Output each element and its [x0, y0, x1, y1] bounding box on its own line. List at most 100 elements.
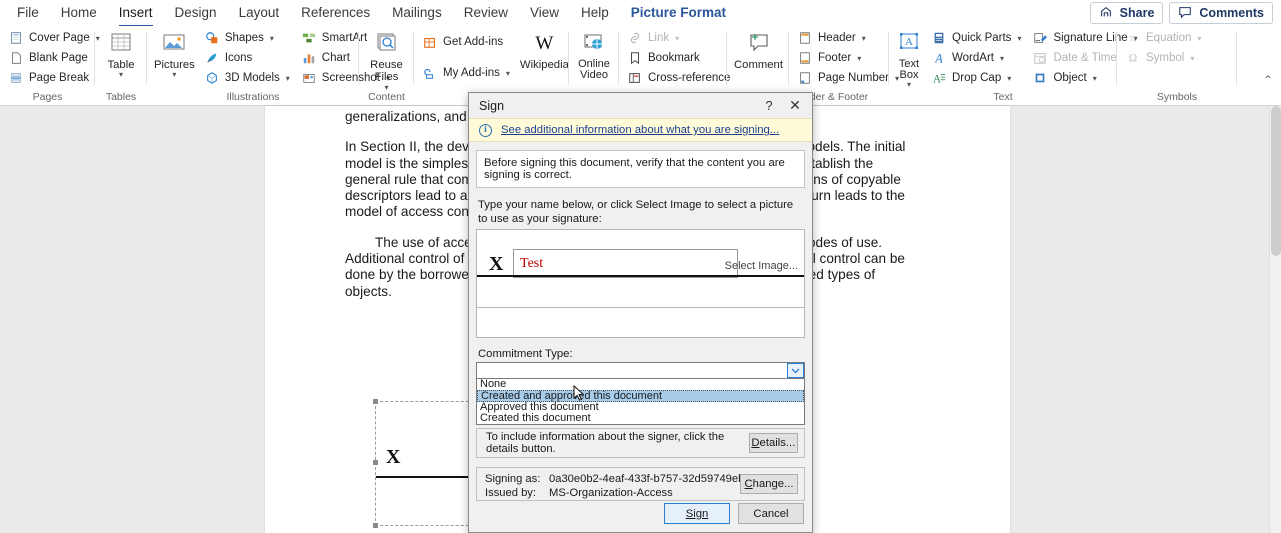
tab-references[interactable]: References — [290, 3, 381, 24]
issued-by-value: MS-Organization-Access — [549, 487, 673, 500]
table-button[interactable]: Table ▾ — [100, 29, 142, 80]
verify-notice: Before signing this document, verify tha… — [476, 150, 805, 188]
text-box-label: Text Box — [898, 58, 920, 81]
header-button[interactable]: Header ▾ — [794, 29, 903, 48]
group-label-symbols: Symbols — [1156, 91, 1198, 103]
equation-icon: π — [1126, 31, 1142, 47]
details-button[interactable]: Details... — [748, 433, 798, 454]
drop-cap-icon: A — [932, 71, 948, 87]
commitment-type-label: Commitment Type: — [478, 348, 573, 360]
resize-handle[interactable] — [373, 460, 378, 465]
share-button[interactable]: Share — [1089, 2, 1164, 24]
tab-picture-format[interactable]: Picture Format — [620, 3, 737, 24]
signing-as-value: 0a30e0b2-4eaf-433f-b757-32d59749eb1c — [549, 473, 757, 486]
bookmark-button[interactable]: Bookmark — [624, 49, 734, 68]
tab-view[interactable]: View — [519, 3, 570, 24]
scrollbar-thumb[interactable] — [1271, 106, 1281, 256]
dropdown-option-created[interactable]: Created this document — [477, 412, 804, 424]
blank-page-label: Blank Page — [29, 51, 88, 64]
blank-page-button[interactable]: Blank Page — [5, 49, 104, 68]
pictures-icon — [161, 31, 187, 57]
details-button-rest: etails... — [759, 437, 796, 450]
tab-mailings[interactable]: Mailings — [381, 3, 453, 24]
chevron-down-icon[interactable] — [787, 363, 804, 378]
chevron-down-icon: ▾ — [1017, 34, 1022, 43]
resize-handle[interactable] — [373, 523, 378, 528]
cross-reference-label: Cross-reference — [648, 71, 731, 84]
equation-label: Equation — [1146, 31, 1192, 44]
wordart-button[interactable]: A WordArt ▾ — [928, 49, 1025, 68]
signature-name-input[interactable]: Test — [513, 249, 738, 278]
comment-bubble-icon — [1178, 5, 1194, 21]
svg-text:π: π — [1130, 32, 1136, 44]
group-label-illustrations: Illustrations — [226, 91, 280, 103]
my-addins-icon — [423, 66, 439, 82]
dialog-close-button[interactable]: ✕ — [782, 95, 808, 117]
collapse-ribbon-button[interactable]: ⌃ — [1263, 26, 1281, 105]
cancel-button[interactable]: Cancel — [738, 503, 804, 524]
comments-button[interactable]: Comments — [1169, 2, 1273, 24]
dropdown-option-created-and-approved[interactable]: Created and approved this document — [477, 390, 804, 402]
dropdown-option-none[interactable]: None — [477, 378, 804, 390]
tab-insert[interactable]: Insert — [108, 3, 164, 27]
header-label: Header — [818, 31, 856, 44]
tab-home[interactable]: Home — [50, 3, 108, 24]
reuse-files-button[interactable]: Reuse Files ▾ — [364, 29, 409, 93]
smartart-icon — [302, 31, 318, 47]
icons-icon — [205, 51, 221, 67]
svg-text:A: A — [934, 51, 943, 65]
3d-models-button[interactable]: 3D Models ▾ — [201, 69, 294, 88]
commitment-type-combobox[interactable] — [476, 362, 805, 379]
dialog-help-button[interactable]: ? — [756, 95, 782, 117]
tab-layout[interactable]: Layout — [228, 3, 291, 24]
blank-page-icon — [9, 51, 25, 67]
icons-button[interactable]: Icons — [201, 49, 294, 68]
dialog-titlebar[interactable]: Sign ? ✕ — [469, 93, 812, 118]
page-break-button[interactable]: Page Break — [5, 69, 104, 88]
vertical-scrollbar[interactable] — [1269, 106, 1281, 533]
text-box-button[interactable]: A Text Box ▾ — [894, 29, 924, 90]
ribbon-group-text: A Text Box ▾ Quick Parts ▾ A WordArt ▾ A… — [889, 26, 1138, 105]
chevron-down-icon: ▾ — [118, 70, 123, 80]
icons-label: Icons — [224, 51, 253, 64]
tab-design[interactable]: Design — [164, 3, 228, 24]
cross-reference-button[interactable]: Cross-reference — [624, 69, 734, 88]
chevron-up-icon: ⌃ — [1262, 73, 1273, 87]
tab-file[interactable]: File — [6, 3, 50, 24]
resize-handle[interactable] — [373, 399, 378, 404]
change-certificate-button[interactable]: Change... — [740, 474, 798, 495]
group-label-tables: Tables — [105, 91, 137, 103]
page-number-icon — [798, 71, 814, 87]
object-label: Object — [1053, 71, 1087, 84]
get-addins-button[interactable]: Get Add-ins — [419, 33, 514, 52]
svg-text:A: A — [933, 73, 942, 85]
mouse-cursor — [573, 384, 585, 402]
shapes-button[interactable]: Shapes ▾ — [201, 29, 294, 48]
header-icon — [798, 31, 814, 47]
tab-help[interactable]: Help — [570, 3, 620, 24]
wikipedia-button[interactable]: W Wikipedia — [518, 29, 571, 71]
drop-cap-button[interactable]: A Drop Cap ▾ — [928, 69, 1025, 88]
additional-info-link[interactable]: See additional information about what yo… — [501, 124, 779, 136]
link-icon — [628, 31, 644, 47]
screenshot-icon — [302, 71, 318, 87]
my-addins-button[interactable]: My Add-ins ▾ — [419, 64, 514, 83]
sign-button[interactable]: Sign — [664, 503, 730, 524]
online-video-button[interactable]: Online Video — [574, 29, 614, 81]
cover-page-button[interactable]: Cover Page ▾ — [5, 29, 104, 48]
page-number-button[interactable]: Page Number ▾ — [794, 69, 903, 88]
wikipedia-icon: W — [535, 33, 554, 54]
group-label-pages: Pages — [32, 91, 63, 103]
issued-by-label: Issued by: — [485, 487, 536, 500]
tab-review[interactable]: Review — [453, 3, 519, 24]
ribbon-group-symbols: π Equation ▾ Ω Symbol ▾ Symbols — [1117, 26, 1237, 105]
comment-button[interactable]: Comment — [732, 29, 785, 71]
quick-parts-button[interactable]: Quick Parts ▾ — [928, 29, 1025, 48]
signer-info-box: Signing as: 0a30e0b2-4eaf-433f-b757-32d5… — [476, 467, 805, 502]
select-image-link[interactable]: Select Image... — [725, 260, 798, 272]
pictures-button[interactable]: Pictures ▾ — [152, 29, 197, 80]
commitment-type-dropdown-list[interactable]: None Created and approved this document … — [476, 378, 805, 426]
ribbon-group-illustrations: Pictures ▾ Shapes ▾ Icons 3D Models ▾ Sm… — [147, 26, 390, 105]
date-time-icon — [1033, 51, 1049, 67]
footer-button[interactable]: Footer ▾ — [794, 49, 903, 68]
